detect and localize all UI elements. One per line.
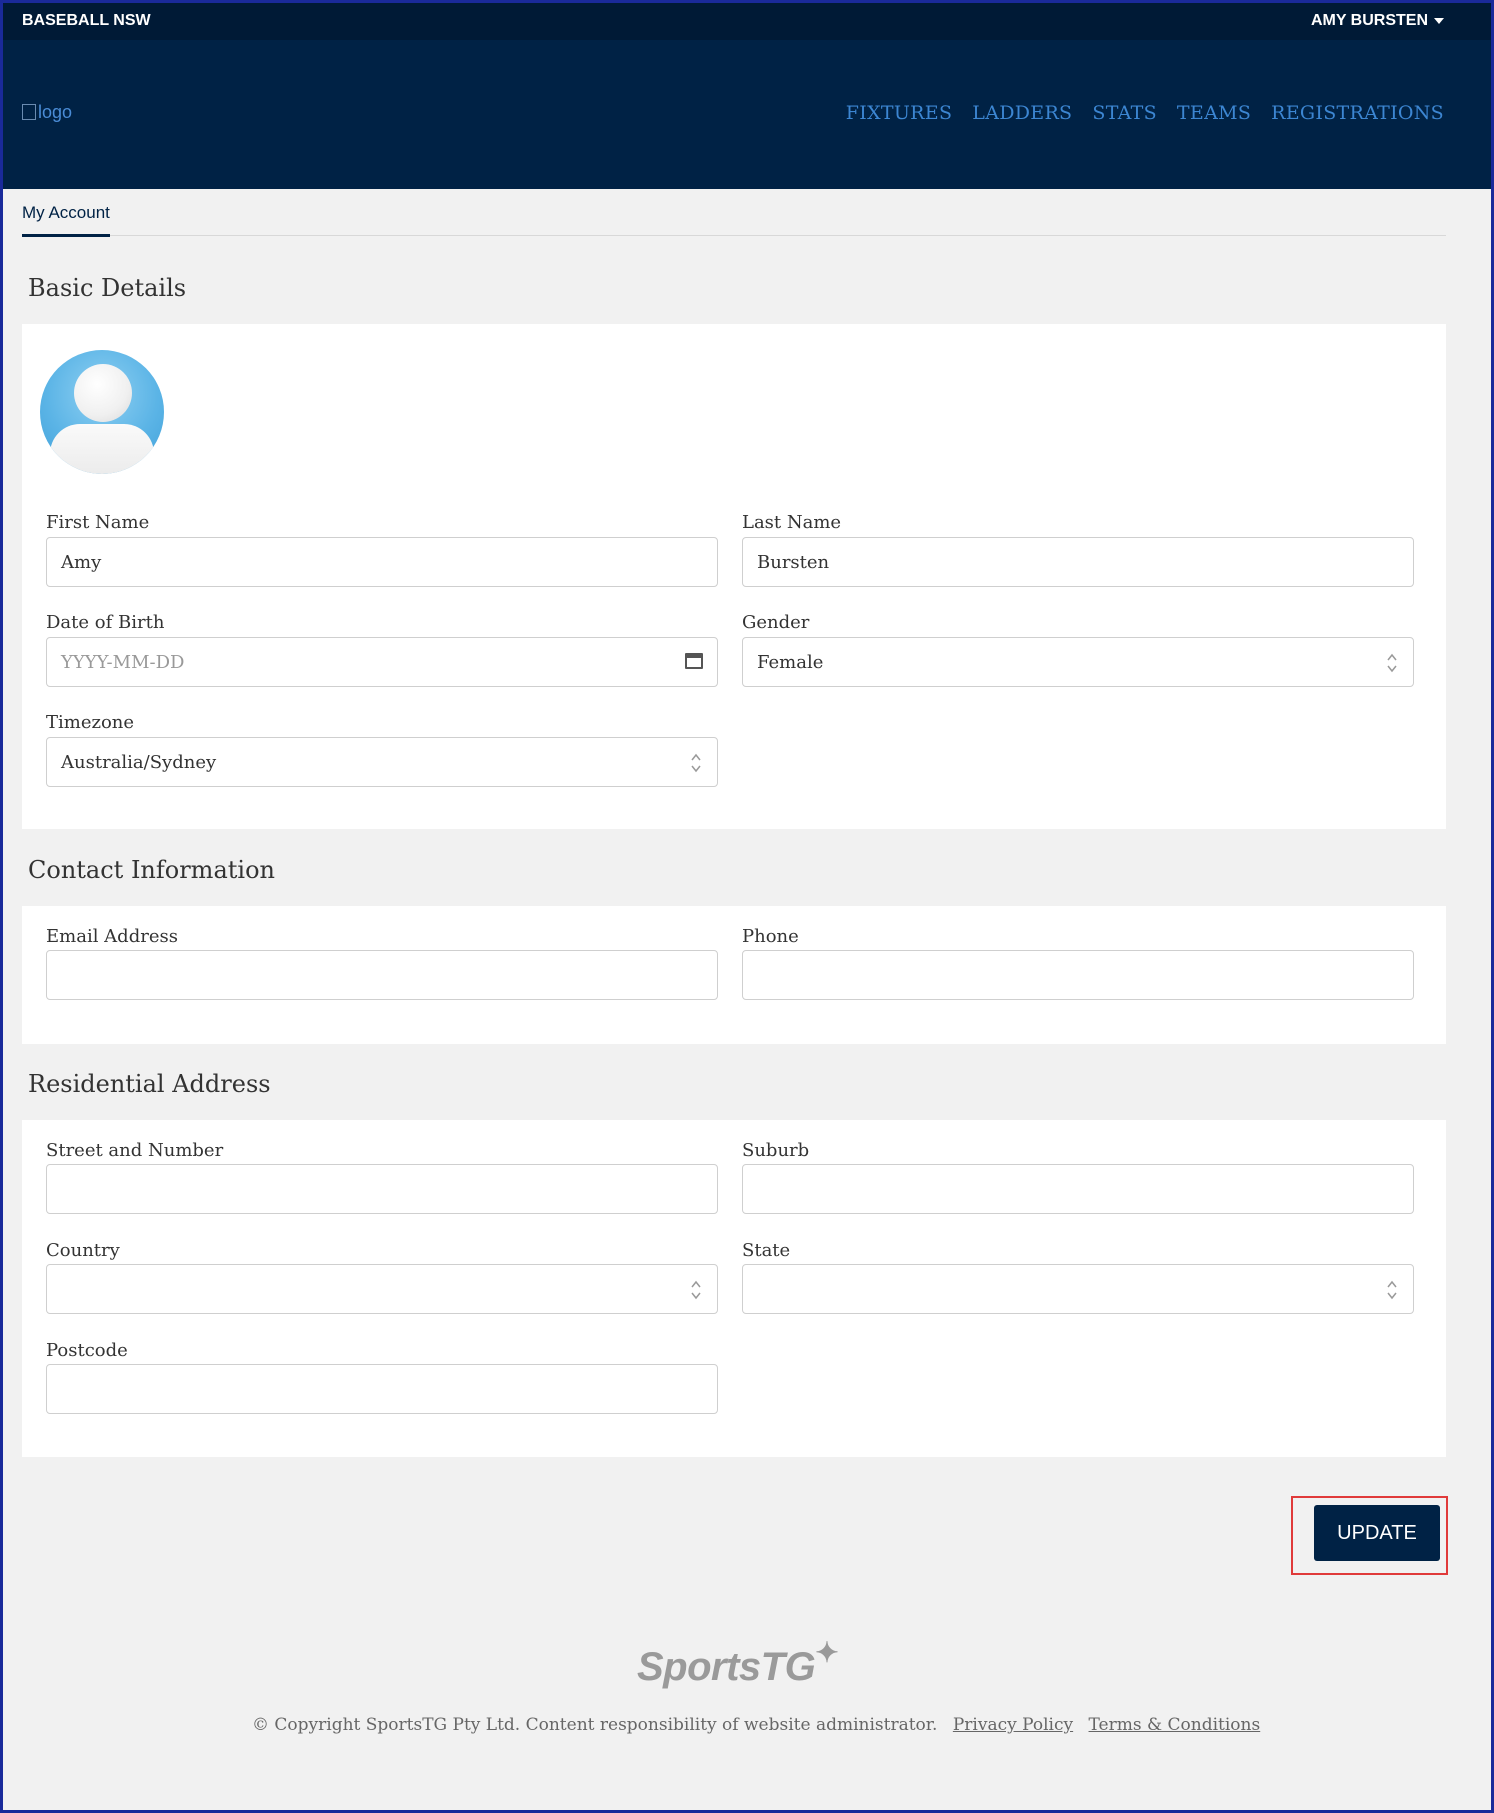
phone-label: Phone [742, 926, 799, 947]
avatar[interactable] [40, 350, 164, 474]
last-name-field[interactable]: Bursten [742, 537, 1414, 587]
nav-fixtures[interactable]: FIXTURES [846, 102, 953, 124]
tab-my-account[interactable]: My Account [22, 203, 110, 237]
gender-label: Gender [742, 612, 810, 633]
postcode-field[interactable] [46, 1364, 718, 1414]
account-tabs: My Account [22, 189, 1446, 237]
site-header: logo FIXTURES LADDERS STATS TEAMS REGIST… [0, 40, 1494, 189]
privacy-policy-link[interactable]: Privacy Policy [953, 1715, 1073, 1735]
country-label: Country [46, 1240, 120, 1261]
nav-teams[interactable]: TEAMS [1177, 102, 1251, 124]
timezone-value: Australia/Sydney [61, 751, 217, 773]
street-label: Street and Number [46, 1140, 224, 1161]
select-arrows-icon [1387, 1280, 1397, 1300]
caret-down-icon [1434, 17, 1444, 24]
terms-link[interactable]: Terms & Conditions [1089, 1715, 1261, 1735]
email-label: Email Address [46, 926, 178, 947]
contact-info-heading: Contact Information [28, 856, 275, 884]
state-label: State [742, 1240, 791, 1261]
phone-field[interactable] [742, 950, 1414, 1000]
site-logo[interactable]: logo [22, 102, 72, 123]
calendar-icon[interactable] [685, 653, 703, 669]
last-name-label: Last Name [742, 512, 842, 533]
basic-details-heading: Basic Details [28, 274, 187, 302]
nav-stats[interactable]: STATS [1092, 102, 1157, 124]
timezone-label: Timezone [46, 712, 135, 733]
country-select[interactable] [46, 1264, 718, 1314]
email-field[interactable] [46, 950, 718, 1000]
residential-address-panel: Street and Number Suburb Country State P… [22, 1120, 1446, 1457]
user-menu[interactable]: AMY BURSTEN [1311, 12, 1444, 30]
nav-registrations[interactable]: REGISTRATIONS [1271, 102, 1444, 124]
first-name-value: Amy [61, 551, 102, 573]
contact-info-panel: Email Address Phone [22, 906, 1446, 1044]
star-icon: ✦ [815, 1637, 839, 1668]
last-name-value: Bursten [757, 551, 830, 573]
copyright-text: © Copyright SportsTG Pty Ltd. Content re… [252, 1715, 938, 1735]
state-select[interactable] [742, 1264, 1414, 1314]
top-bar: BASEBALL NSW AMY BURSTEN [0, 0, 1494, 40]
postcode-label: Postcode [46, 1340, 128, 1361]
organisation-name: BASEBALL NSW [22, 12, 151, 29]
sportstg-logo: SportsTG✦ [637, 1636, 839, 1690]
suburb-field[interactable] [742, 1164, 1414, 1214]
update-button[interactable]: UPDATE [1314, 1505, 1440, 1561]
basic-details-panel: First Name Amy Last Name Bursten Date of… [22, 324, 1446, 829]
logo-alt-text: logo [38, 102, 73, 122]
gender-select[interactable]: Female [742, 637, 1414, 687]
broken-image-icon [22, 104, 36, 120]
nav-ladders[interactable]: LADDERS [972, 102, 1072, 124]
street-field[interactable] [46, 1164, 718, 1214]
user-name: AMY BURSTEN [1310, 12, 1428, 29]
dob-label: Date of Birth [46, 612, 165, 633]
select-arrows-icon [1387, 653, 1397, 673]
suburb-label: Suburb [742, 1140, 810, 1161]
residential-address-heading: Residential Address [28, 1070, 271, 1098]
dob-field[interactable]: YYYY-MM-DD [46, 637, 718, 687]
first-name-field[interactable]: Amy [46, 537, 718, 587]
main-nav: FIXTURES LADDERS STATS TEAMS REGISTRATIO… [846, 102, 1444, 124]
footer: © Copyright SportsTG Pty Ltd. Content re… [252, 1715, 1260, 1735]
timezone-select[interactable]: Australia/Sydney [46, 737, 718, 787]
avatar-body [50, 424, 154, 474]
avatar-head [74, 364, 132, 422]
select-arrows-icon [691, 753, 701, 773]
footer-brand: SportsTG [637, 1645, 816, 1689]
gender-value: Female [757, 651, 824, 673]
first-name-label: First Name [46, 512, 150, 533]
select-arrows-icon [691, 1280, 701, 1300]
dob-placeholder: YYYY-MM-DD [61, 651, 185, 673]
